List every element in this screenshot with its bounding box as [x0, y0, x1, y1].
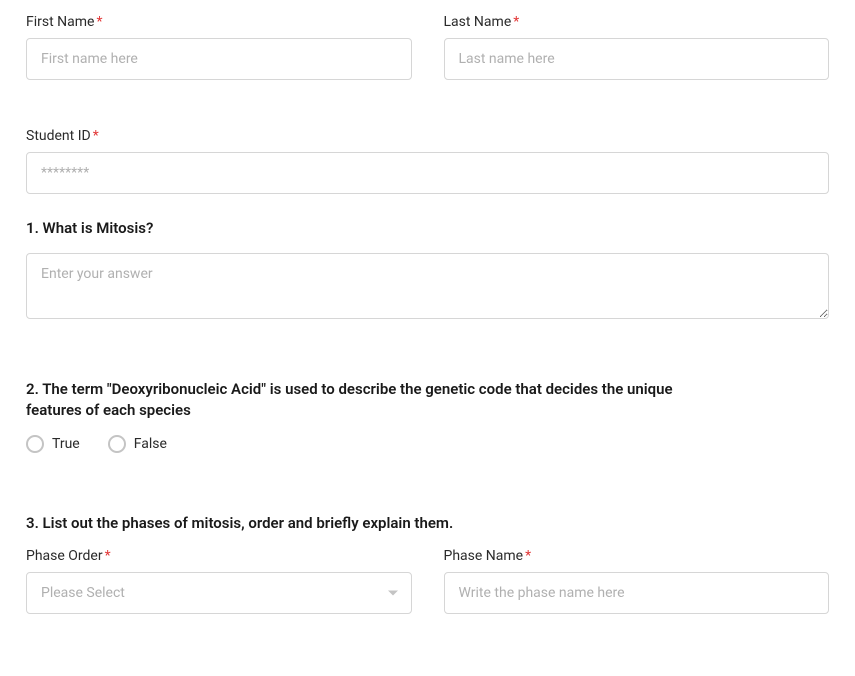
- required-marker: *: [525, 548, 531, 564]
- phase-name-label-text: Phase Name: [444, 548, 524, 564]
- question-1-field: [26, 253, 829, 323]
- required-marker: *: [513, 14, 519, 30]
- phase-order-label: Phase Order*: [26, 548, 412, 564]
- question-1-textarea[interactable]: [26, 253, 829, 319]
- required-marker: *: [93, 128, 99, 144]
- radio-option-true[interactable]: True: [26, 435, 80, 453]
- question-2-prompt: 2. The term "Deoxyribonucleic Acid" is u…: [26, 379, 676, 421]
- first-name-label: First Name*: [26, 14, 412, 30]
- first-name-label-text: First Name: [26, 14, 94, 30]
- student-id-label-text: Student ID: [26, 128, 91, 144]
- phase-order-select[interactable]: Please Select: [26, 572, 412, 614]
- required-marker: *: [96, 14, 102, 30]
- phase-order-field: Phase Order* Please Select: [26, 548, 412, 614]
- last-name-label: Last Name*: [444, 14, 830, 30]
- phase-name-input[interactable]: [444, 572, 830, 614]
- required-marker: *: [105, 548, 111, 564]
- radio-icon: [26, 435, 44, 453]
- radio-label-true: True: [52, 436, 80, 452]
- phase-order-label-text: Phase Order: [26, 548, 103, 564]
- phase-order-select-wrap: Please Select: [26, 572, 412, 614]
- last-name-field: Last Name*: [444, 14, 830, 80]
- phase-name-label: Phase Name*: [444, 548, 830, 564]
- question-1-prompt: 1. What is Mitosis?: [26, 218, 829, 239]
- last-name-input[interactable]: [444, 38, 830, 80]
- first-name-field: First Name*: [26, 14, 412, 80]
- first-name-input[interactable]: [26, 38, 412, 80]
- student-id-field: Student ID*: [26, 128, 829, 194]
- radio-option-false[interactable]: False: [108, 435, 167, 453]
- question-2-options: True False: [26, 435, 829, 453]
- phase-name-field: Phase Name*: [444, 548, 830, 614]
- last-name-label-text: Last Name: [444, 14, 512, 30]
- student-id-label: Student ID*: [26, 128, 829, 144]
- radio-icon: [108, 435, 126, 453]
- question-3-prompt: 3. List out the phases of mitosis, order…: [26, 513, 829, 534]
- radio-label-false: False: [134, 436, 167, 452]
- student-id-input[interactable]: [26, 152, 829, 194]
